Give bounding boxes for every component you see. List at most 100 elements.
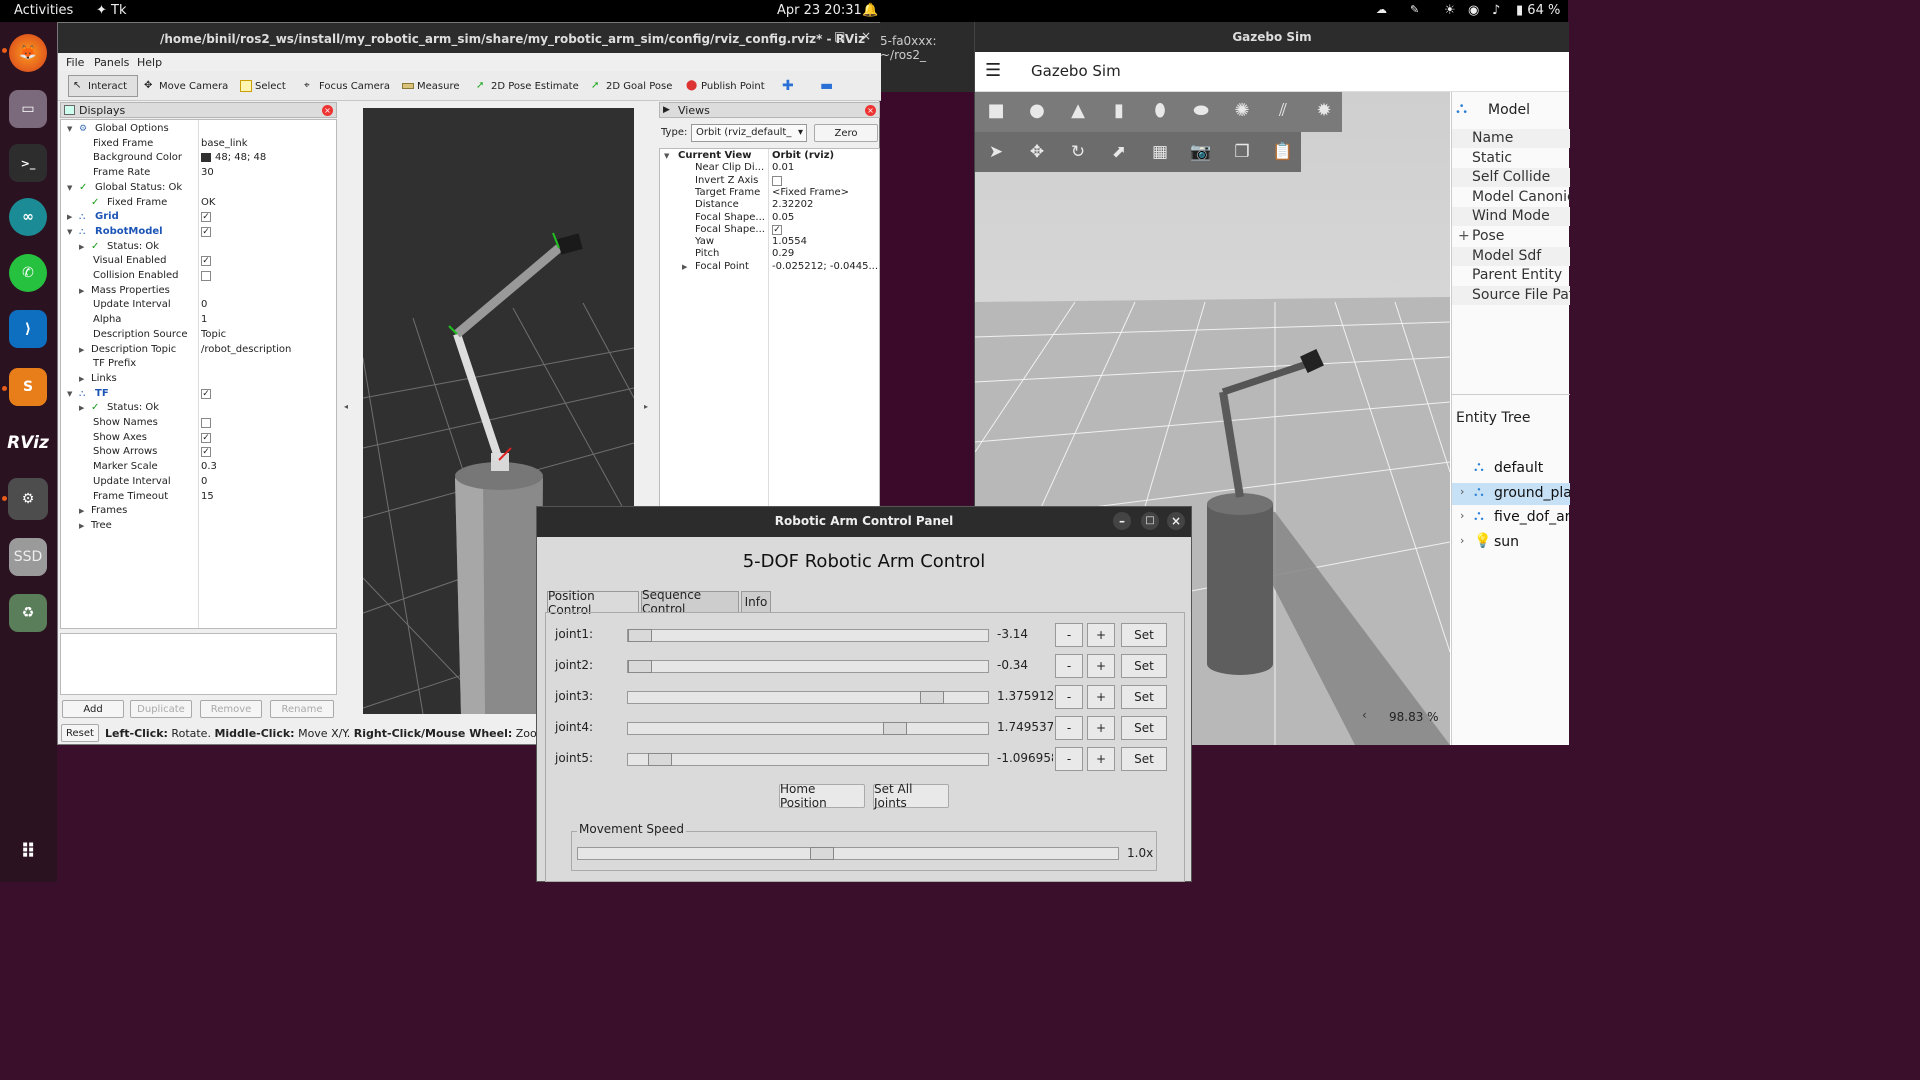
- tab-sequence-control[interactable]: Sequence Control: [641, 588, 739, 616]
- chevron-right-icon[interactable]: ▶: [79, 519, 84, 534]
- gazebo-titlebar[interactable]: Gazebo Sim: [975, 22, 1569, 52]
- chevron-right-icon[interactable]: ▶: [682, 261, 687, 273]
- display-row[interactable]: Frame Timeout 15: [61, 490, 336, 505]
- cylinder-icon[interactable]: ▮: [1108, 100, 1130, 122]
- collapse-left-icon[interactable]: ◂: [344, 102, 352, 714]
- model-property-row[interactable]: Self Collide: [1452, 168, 1570, 188]
- entity-tree-item[interactable]: ›⛬five_dof_arm: [1452, 507, 1570, 529]
- view-property-row[interactable]: Distance 2.32202: [660, 199, 879, 211]
- view-type-select[interactable]: Orbit (rviz_default_ ▾: [691, 124, 807, 142]
- home-position-button[interactable]: Home Position: [779, 782, 865, 810]
- display-row[interactable]: Marker Scale 0.3: [61, 460, 336, 475]
- display-row[interactable]: TF Prefix: [61, 357, 336, 372]
- display-property-value[interactable]: 48; 48; 48: [201, 151, 266, 166]
- zero-button[interactable]: Zero: [814, 124, 878, 142]
- display-row[interactable]: Alpha 1: [61, 313, 336, 328]
- display-property-value[interactable]: 1: [201, 313, 207, 328]
- add-display-button[interactable]: Add: [62, 700, 124, 718]
- increment-button[interactable]: +: [1087, 623, 1115, 647]
- view-checkbox[interactable]: ✓: [772, 224, 782, 235]
- tool-focus-camera[interactable]: ⌖ Focus Camera: [300, 75, 394, 97]
- view-property-value[interactable]: 0.01: [772, 162, 794, 174]
- displays-tree[interactable]: ▼ ⚙ Global Options Fixed Frame base_link Back…: [60, 119, 337, 629]
- hamburger-menu-icon[interactable]: ☰: [985, 60, 1001, 81]
- chevron-right-icon[interactable]: ▶: [79, 372, 84, 387]
- vscode-icon[interactable]: ⟩: [9, 310, 47, 348]
- set-joint-button[interactable]: Set: [1121, 654, 1167, 678]
- activities-button[interactable]: Activities: [14, 3, 73, 18]
- rviz-titlebar[interactable]: /home/binil/ros2_ws/install/my_robotic_a…: [58, 23, 881, 53]
- display-checkbox[interactable]: [201, 271, 211, 281]
- tool-interact[interactable]: ↖ Interact: [68, 75, 138, 97]
- display-checkbox[interactable]: ✓: [201, 212, 211, 223]
- display-row[interactable]: Show Axes ✓: [61, 431, 336, 446]
- rotate-icon[interactable]: ↻: [1067, 141, 1089, 163]
- view-property-value[interactable]: 0.29: [772, 248, 794, 260]
- display-row[interactable]: Collision Enabled: [61, 269, 336, 284]
- box-icon[interactable]: ■: [985, 100, 1007, 122]
- set-joint-button[interactable]: Set: [1121, 685, 1167, 709]
- display-row[interactable]: Update Interval 0: [61, 298, 336, 313]
- chevron-right-icon[interactable]: ›: [1460, 485, 1464, 498]
- chevron-right-icon[interactable]: ▶: [79, 284, 84, 299]
- joint-slider[interactable]: [627, 629, 989, 642]
- set-all-joints-button[interactable]: Set All Joints: [873, 782, 949, 810]
- display-row[interactable]: ▶ Frames: [61, 504, 336, 519]
- display-checkbox[interactable]: ✓: [201, 388, 211, 399]
- display-row[interactable]: ▶ Mass Properties: [61, 284, 336, 299]
- view-property-row[interactable]: Pitch 0.29: [660, 248, 879, 260]
- model-property-row[interactable]: Name: [1452, 129, 1570, 148]
- minimize-icon[interactable]: –: [806, 29, 812, 43]
- ellipsoid-icon[interactable]: ⬬: [1190, 100, 1212, 122]
- tool-select[interactable]: Select: [236, 75, 290, 97]
- tool-move-camera[interactable]: ✥ Move Camera: [140, 75, 232, 97]
- view-property-row[interactable]: Target Frame <Fixed Frame>: [660, 187, 879, 199]
- view-checkbox[interactable]: [772, 175, 782, 186]
- point-light-icon[interactable]: ✺: [1231, 100, 1253, 122]
- notification-bell-icon[interactable]: 🔔: [862, 3, 878, 18]
- tab-info[interactable]: Info: [741, 591, 771, 613]
- cone-icon[interactable]: ▲: [1067, 100, 1089, 122]
- joint-slider[interactable]: [627, 691, 989, 704]
- paste-icon[interactable]: 📋: [1272, 141, 1294, 163]
- reset-button[interactable]: Reset: [61, 724, 99, 742]
- chevron-down-icon[interactable]: ▼: [67, 225, 72, 240]
- entity-tree-item[interactable]: › 💡 sun: [1452, 532, 1570, 554]
- increment-button[interactable]: +: [1087, 654, 1115, 678]
- menu-file[interactable]: File: [66, 56, 84, 69]
- display-row[interactable]: ▼ ✓ Global Status: Ok: [61, 181, 336, 196]
- display-property-value[interactable]: 0.3: [201, 460, 217, 475]
- view-property-value[interactable]: -0.025212; -0.0445...: [772, 261, 878, 273]
- maximize-icon[interactable]: □: [1141, 512, 1159, 530]
- joint-slider[interactable]: [627, 722, 989, 735]
- display-row[interactable]: ▶ ✓ Status: Ok: [61, 401, 336, 416]
- joint-slider[interactable]: [627, 753, 989, 766]
- display-row[interactable]: ▼ ⛬ RobotModel ✓: [61, 225, 336, 240]
- battery-indicator[interactable]: ▮ 64 %: [1516, 3, 1560, 18]
- view-property-row[interactable]: ▼ Current View Orbit (rviz): [660, 150, 879, 162]
- view-property-value[interactable]: Orbit (rviz): [772, 150, 834, 162]
- model-property-row[interactable]: + Pose: [1452, 227, 1570, 246]
- joint-slider-thumb[interactable]: [628, 629, 652, 642]
- display-row[interactable]: ▶ Links: [61, 372, 336, 387]
- apps-grid-icon[interactable]: ⠿: [9, 832, 47, 870]
- transform-control-icon[interactable]: ⬈: [1108, 141, 1130, 163]
- chevron-down-icon[interactable]: ▼: [67, 181, 72, 196]
- chevron-right-icon[interactable]: ›: [1460, 534, 1464, 547]
- view-property-row[interactable]: Focal Shape... ✓: [660, 224, 879, 236]
- display-property-value[interactable]: Topic: [201, 328, 226, 343]
- add-tool-icon[interactable]: ✚: [778, 75, 798, 97]
- display-row[interactable]: ▼ ⚙ Global Options: [61, 122, 336, 137]
- terminal-icon[interactable]: >_: [9, 144, 47, 182]
- decrement-button[interactable]: -: [1055, 747, 1083, 771]
- tool-publish-point[interactable]: ⬤ Publish Point: [682, 75, 769, 97]
- arduino-icon[interactable]: ∞: [9, 198, 47, 236]
- model-property-row[interactable]: Wind Mode: [1452, 207, 1570, 227]
- display-property-value[interactable]: 0: [201, 475, 207, 490]
- maximize-icon[interactable]: □: [834, 29, 845, 43]
- display-checkbox[interactable]: ✓: [201, 256, 211, 267]
- chevron-right-icon[interactable]: ▶: [79, 401, 84, 416]
- display-row[interactable]: ▶ ✓ Status: Ok: [61, 240, 336, 255]
- firefox-icon[interactable]: 🦊: [9, 34, 47, 72]
- display-row[interactable]: ▶ Description Topic/robot_description: [61, 343, 336, 358]
